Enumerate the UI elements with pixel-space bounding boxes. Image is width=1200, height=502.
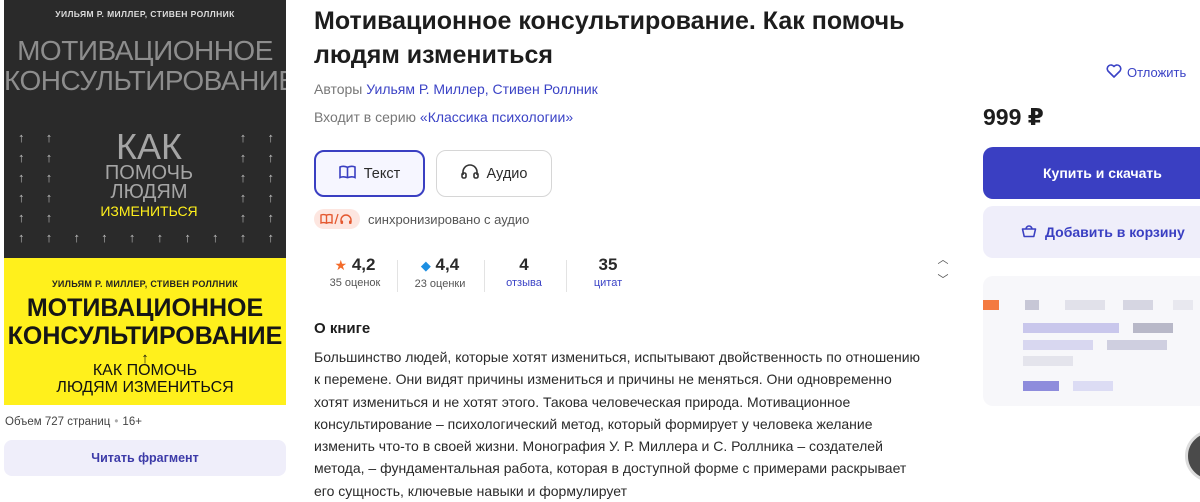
cover-title-line1: МОТИВАЦИОННОЕ xyxy=(17,35,273,66)
quotes-count: 35 xyxy=(598,255,618,274)
book-cover[interactable]: УИЛЬЯМ Р. МИЛЛЕР, СТИВЕН РОЛЛНИК МОТИВАЦ… xyxy=(4,0,286,405)
stat-divider xyxy=(484,260,485,292)
quotes-stat[interactable]: 35 цитат xyxy=(584,255,632,291)
rating-livelib-value: 4,4 xyxy=(435,255,460,274)
cover-authors-bottom: УИЛЬЯМ Р. МИЛЛЕР, СТИВЕН РОЛЛНИК xyxy=(51,279,239,289)
cover-subtitle-black: КАК ПОМОЧЬ ЛЮДЯМ ИЗМЕНИТЬСЯ xyxy=(4,362,286,396)
page-title: Мотивационное консультирование. Как помо… xyxy=(314,7,905,69)
rating-livelib-count: 23 оценки xyxy=(414,278,466,290)
cover-sub-line1: КАК ПОМОЧЬ xyxy=(92,362,198,379)
book-icon xyxy=(338,165,356,183)
stats-scroller[interactable]: ︿ ﹀ xyxy=(934,250,952,294)
about-text: Большинство людей, которые хотят изменит… xyxy=(314,349,921,499)
cover-izmenitsya: ИЗМЕНИТЬСЯ xyxy=(100,203,198,219)
rating-litres-value: 4,2 xyxy=(351,255,376,274)
headphones-icon xyxy=(460,164,479,183)
series-label: Входит в серию xyxy=(314,109,417,125)
add-to-cart-button[interactable]: Добавить в корзину xyxy=(983,206,1200,258)
book-meta: Объем 727 страниц • 16+ xyxy=(5,416,142,428)
sync-row: синхронизировано с аудио xyxy=(314,209,529,229)
cover-authors-top: УИЛЬЯМ Р. МИЛЛЕР, СТИВЕН РОЛЛНИК xyxy=(55,9,235,19)
cover-title-grey: МОТИВАЦИОННОЕ КОНСУЛЬТИРОВАНИЕ xyxy=(4,36,286,96)
floating-action-button[interactable] xyxy=(1185,430,1200,482)
defer-label: Отложить xyxy=(1127,65,1187,80)
page-count: Объем 727 страниц xyxy=(5,416,111,428)
chevron-up-icon[interactable]: ︿ xyxy=(934,250,952,270)
about-heading: О книге xyxy=(314,320,371,337)
cover-title-y-line2: КОНСУЛЬТИРОВАНИЕ xyxy=(7,322,283,350)
star-icon: ★ xyxy=(334,257,348,273)
rating-litres[interactable]: ★ 4,2 35 оценок xyxy=(326,255,384,291)
price: 999 ₽ xyxy=(983,104,1044,130)
sync-text: синхронизировано с аудио xyxy=(368,211,530,227)
blurred-promo-card xyxy=(983,276,1200,406)
cover-title-black: МОТИВАЦИОННОЕ КОНСУЛЬТИРОВАНИЕ xyxy=(4,294,286,350)
sync-book-audio-icon xyxy=(314,209,360,229)
authors-label: Авторы xyxy=(314,81,363,97)
series-link[interactable]: «Классика психологии» xyxy=(420,109,573,125)
reviews-label: отзыва xyxy=(506,277,542,289)
cover-sub-line2: ЛЮДЯМ ИЗМЕНИТЬСЯ xyxy=(56,379,234,396)
age-rating: 16+ xyxy=(122,416,142,428)
cover-kak: КАК xyxy=(116,126,182,167)
cover-lyudyam: ЛЮДЯМ xyxy=(110,181,188,203)
format-text-button[interactable]: Текст xyxy=(314,150,425,197)
cover-title-line2: КОНСУЛЬТИРОВАНИЕ xyxy=(4,65,286,96)
read-fragment-button[interactable]: Читать фрагмент xyxy=(4,440,286,476)
cover-title-y-line1: МОТИВАЦИОННОЕ xyxy=(26,294,264,322)
rating-litres-count: 35 оценок xyxy=(329,277,381,289)
chevron-down-icon[interactable]: ﹀ xyxy=(934,270,952,290)
basket-icon xyxy=(1021,223,1037,241)
stat-divider xyxy=(397,260,398,292)
authors-row: Авторы Уильям Р. Миллер, Стивен Роллник xyxy=(314,81,598,97)
format-audio-label: Аудио xyxy=(486,165,528,182)
format-text-label: Текст xyxy=(363,165,401,182)
defer-button[interactable]: Отложить xyxy=(1106,64,1186,81)
add-to-cart-label: Добавить в корзину xyxy=(1045,224,1185,240)
cover-yellow-section: УИЛЬЯМ Р. МИЛЛЕР, СТИВЕН РОЛЛНИК МОТИВАЦ… xyxy=(4,258,286,405)
cover-dark-section: УИЛЬЯМ Р. МИЛЛЕР, СТИВЕН РОЛЛНИК МОТИВАЦ… xyxy=(4,0,286,258)
reviews-count: 4 xyxy=(519,255,529,274)
livelib-icon: ◆ xyxy=(420,258,431,273)
cover-subtitle-grey: КАК ПОМОЧЬ ЛЮДЯМ ИЗМЕНИТЬСЯ xyxy=(64,126,234,225)
rating-livelib[interactable]: ◆ 4,4 23 оценки xyxy=(409,255,471,292)
buy-button[interactable]: Купить и скачать xyxy=(983,147,1200,199)
quotes-label: цитат xyxy=(593,277,623,289)
authors-link[interactable]: Уильям Р. Миллер, Стивен Роллник xyxy=(366,81,598,97)
reviews-stat[interactable]: 4 отзыва xyxy=(500,255,548,291)
format-audio-button[interactable]: Аудио xyxy=(436,150,552,197)
stat-divider xyxy=(566,260,567,292)
heart-icon xyxy=(1106,64,1122,81)
series-row: Входит в серию «Классика психологии» xyxy=(314,109,573,125)
